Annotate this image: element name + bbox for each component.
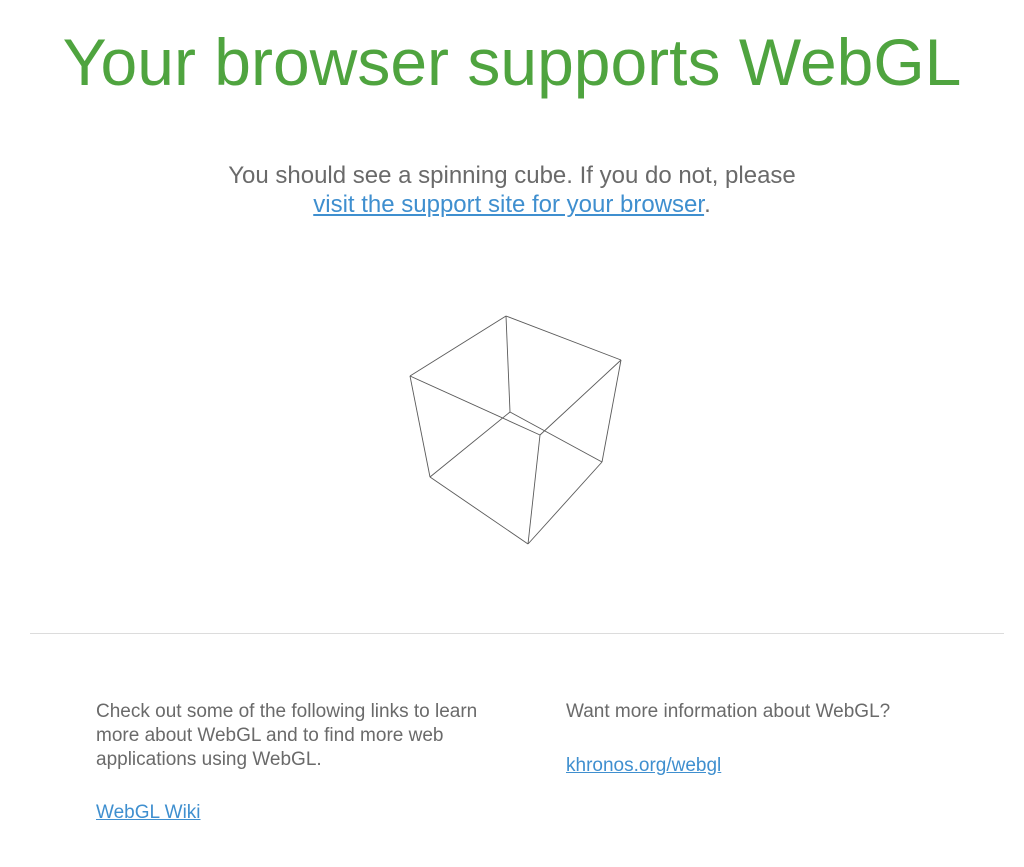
cube-edge (505, 315, 511, 413)
cube-edge (409, 315, 507, 377)
spinning-cube (409, 315, 622, 545)
intro-message: You should see a spinning cube. If you d… (0, 161, 1024, 219)
cube-edge (429, 476, 529, 545)
learn-more-section: Check out some of the following links to… (96, 700, 516, 825)
page-title: Your browser supports WebGL (62, 25, 962, 99)
support-site-link[interactable]: visit the support site for your browser (313, 191, 704, 218)
more-info-section: Want more information about WebGL? khron… (566, 700, 986, 778)
more-info-text: Want more information about WebGL? (566, 701, 891, 722)
cube-edge (509, 411, 603, 463)
webgl-wiki-link[interactable]: WebGL Wiki (96, 802, 201, 823)
cube-edge (409, 375, 431, 478)
khronos-webgl-link[interactable]: khronos.org/webgl (566, 755, 721, 776)
learn-more-text: Check out some of the following links to… (96, 701, 478, 770)
cube-edge (527, 461, 603, 545)
section-divider (30, 633, 1004, 634)
cube-edge (505, 315, 622, 361)
webgl-canvas (0, 290, 1024, 570)
intro-text: You should see a spinning cube. If you d… (228, 162, 796, 189)
cube-edge (429, 411, 511, 478)
intro-period: . (704, 191, 711, 218)
cube-edge (527, 434, 541, 545)
cube-edge (409, 375, 541, 436)
